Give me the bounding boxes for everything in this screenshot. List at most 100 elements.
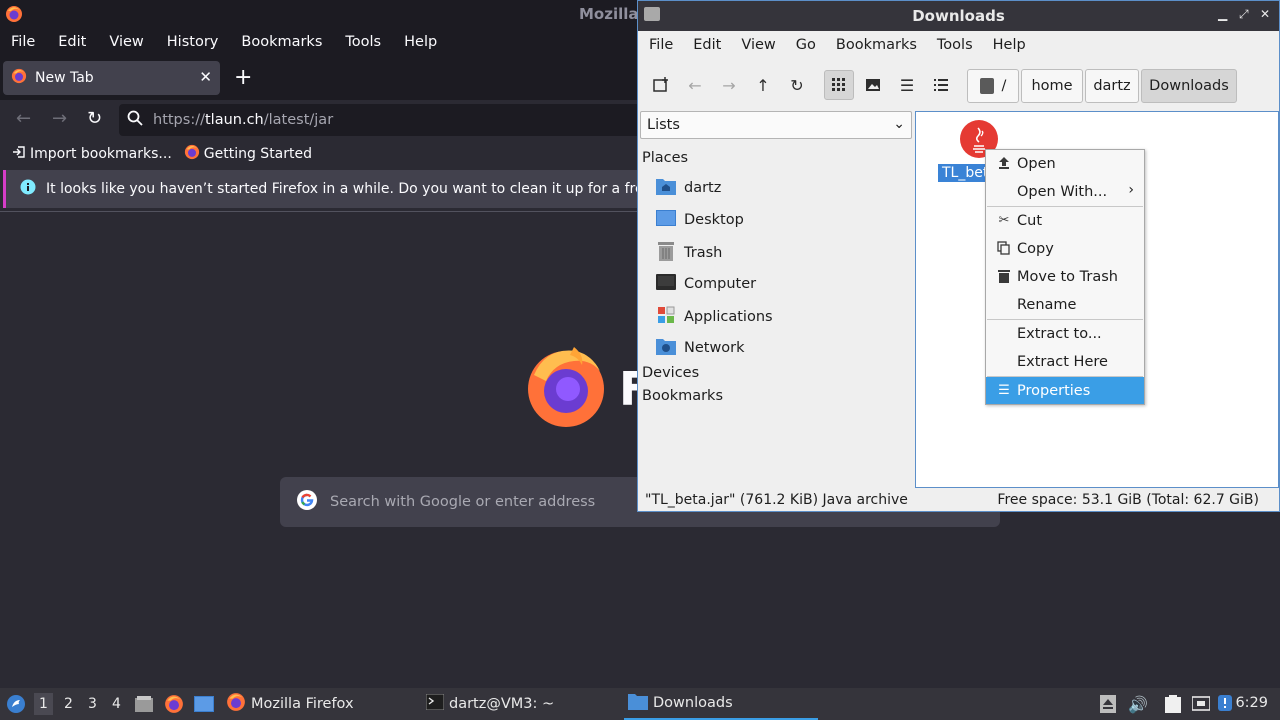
- place-network-label: Network: [684, 340, 745, 356]
- url-scheme: https://: [153, 112, 205, 128]
- ff-menu-file[interactable]: File: [11, 34, 35, 50]
- maximize-icon[interactable]: ⤢: [1239, 7, 1249, 22]
- ff-menu-history[interactable]: History: [167, 34, 219, 50]
- icon-view-icon[interactable]: [824, 70, 854, 100]
- side-pane-mode-label: Lists: [647, 117, 680, 133]
- fm-menu-file[interactable]: File: [649, 37, 673, 53]
- menu-item-open-label: Open: [1017, 155, 1056, 172]
- menu-item-properties-label: Properties: [1017, 382, 1091, 399]
- place-dartz-label: dartz: [684, 180, 722, 196]
- back-arrow-icon[interactable]: ←: [680, 70, 710, 100]
- bookmark-getting-started[interactable]: Getting Started: [184, 144, 312, 164]
- firefox-launcher-icon[interactable]: [164, 694, 184, 718]
- breadcrumb-dartz[interactable]: dartz: [1085, 69, 1139, 103]
- info-icon: [20, 179, 36, 199]
- minimize-icon[interactable]: ▁: [1218, 7, 1227, 21]
- clipboard-icon[interactable]: [1164, 695, 1182, 717]
- section-bookmarks[interactable]: Bookmarks: [642, 388, 723, 404]
- fm-menu-edit[interactable]: Edit: [693, 37, 721, 53]
- volume-icon[interactable]: 🔊: [1128, 695, 1148, 714]
- firefox-icon: [5, 5, 23, 27]
- fm-menu-go[interactable]: Go: [796, 37, 816, 53]
- menu-item-cut[interactable]: ✂ Cut: [986, 207, 1144, 234]
- ff-menu-tools[interactable]: Tools: [345, 34, 381, 50]
- firefox-logo-icon: [524, 345, 608, 433]
- place-dartz[interactable]: dartz: [656, 177, 721, 199]
- bookmark-import[interactable]: Import bookmarks...: [12, 145, 172, 163]
- detailed-list-icon[interactable]: [926, 70, 956, 100]
- place-desktop[interactable]: Desktop: [656, 209, 744, 231]
- copy-icon: [996, 240, 1012, 256]
- ff-menu-bookmarks[interactable]: Bookmarks: [241, 34, 322, 50]
- menu-item-extract-here[interactable]: Extract Here: [986, 348, 1144, 375]
- place-computer[interactable]: Computer: [656, 273, 756, 295]
- breadcrumb-downloads[interactable]: Downloads: [1141, 69, 1237, 103]
- menu-item-rename[interactable]: Rename: [986, 291, 1144, 318]
- menu-item-move-to-trash[interactable]: Move to Trash: [986, 263, 1144, 290]
- computer-icon: [656, 273, 676, 295]
- url-bar[interactable]: https://tlaun.ch/latest/jar: [119, 104, 659, 136]
- start-menu-icon[interactable]: [6, 694, 26, 718]
- breadcrumb-home[interactable]: home: [1021, 69, 1083, 103]
- file-manager-window: Downloads ▁ ⤢ ✕ File Edit View Go Bookma…: [637, 0, 1280, 512]
- ff-menu-view[interactable]: View: [109, 34, 143, 50]
- workspace-4[interactable]: 4: [112, 696, 121, 712]
- ff-menu-edit[interactable]: Edit: [58, 34, 86, 50]
- place-applications-label: Applications: [684, 309, 773, 325]
- workspace-1[interactable]: 1: [34, 693, 53, 715]
- section-devices[interactable]: Devices: [642, 365, 699, 381]
- drive-icon: [979, 78, 994, 94]
- thumbnail-view-icon[interactable]: [858, 70, 888, 100]
- workspace-2[interactable]: 2: [64, 696, 73, 712]
- tab-close-icon[interactable]: ✕: [199, 68, 212, 86]
- bookmark-getting-started-label: Getting Started: [203, 146, 313, 162]
- fm-menu-view[interactable]: View: [741, 37, 775, 53]
- eject-icon[interactable]: [1100, 695, 1116, 717]
- tab-new-tab[interactable]: New Tab ✕: [3, 61, 220, 95]
- network-icon[interactable]: [1191, 695, 1211, 717]
- place-applications[interactable]: Applications: [656, 305, 773, 329]
- forward-arrow-icon[interactable]: →: [714, 70, 744, 100]
- close-icon[interactable]: ✕: [1260, 7, 1270, 21]
- toolbar-divider: [0, 211, 640, 212]
- menu-item-extract-to[interactable]: Extract to...: [986, 320, 1144, 347]
- workspace-3[interactable]: 3: [88, 696, 97, 712]
- menu-item-open[interactable]: Open: [986, 150, 1144, 177]
- back-arrow-icon[interactable]: ←: [16, 108, 31, 129]
- desktop-launcher-icon[interactable]: [194, 695, 214, 717]
- breadcrumb-root[interactable]: /: [967, 69, 1019, 103]
- file-manager-launcher-icon[interactable]: [134, 694, 154, 718]
- menu-item-open-with[interactable]: Open With... ›: [986, 178, 1144, 205]
- notification-icon[interactable]: [1218, 695, 1232, 717]
- task-firefox[interactable]: Mozilla Firefox: [222, 688, 412, 720]
- ff-menu-help[interactable]: Help: [404, 34, 437, 50]
- fm-window-title: Downloads: [912, 7, 1005, 25]
- properties-icon: ☰: [998, 382, 1010, 398]
- task-firefox-label: Mozilla Firefox: [251, 696, 354, 712]
- forward-arrow-icon[interactable]: →: [52, 108, 67, 129]
- import-icon: [12, 145, 26, 163]
- fm-menu-help[interactable]: Help: [993, 37, 1026, 53]
- place-network[interactable]: Network: [656, 337, 745, 359]
- compact-view-icon[interactable]: ☰: [892, 70, 922, 100]
- task-downloads[interactable]: Downloads: [624, 688, 818, 720]
- status-selection: "TL_beta.jar" (761.2 KiB) Java archive: [645, 492, 908, 508]
- up-arrow-icon[interactable]: ↑: [748, 70, 778, 100]
- task-terminal-label: dartz@VM3: ~: [449, 696, 555, 712]
- task-terminal[interactable]: dartz@VM3: ~: [422, 688, 612, 720]
- bookmark-import-label: Import bookmarks...: [30, 146, 172, 162]
- fm-menu-tools[interactable]: Tools: [937, 37, 973, 53]
- reload-icon[interactable]: ↻: [87, 108, 102, 129]
- desktop-icon: [656, 209, 676, 231]
- place-trash[interactable]: Trash: [656, 241, 722, 265]
- home-folder-icon: [656, 177, 676, 199]
- new-tab-plus-icon[interactable]: +: [234, 65, 252, 90]
- side-pane-mode-select[interactable]: Lists ⌄: [640, 111, 912, 139]
- firefox-task-icon: [226, 692, 246, 716]
- fm-menu-bookmarks[interactable]: Bookmarks: [836, 37, 917, 53]
- menu-item-copy[interactable]: Copy: [986, 235, 1144, 262]
- menu-item-open-with-label: Open With...: [1017, 183, 1108, 200]
- reload-icon[interactable]: ↻: [782, 70, 812, 100]
- menu-item-properties[interactable]: ☰ Properties: [986, 377, 1144, 404]
- new-tab-icon[interactable]: [646, 70, 676, 100]
